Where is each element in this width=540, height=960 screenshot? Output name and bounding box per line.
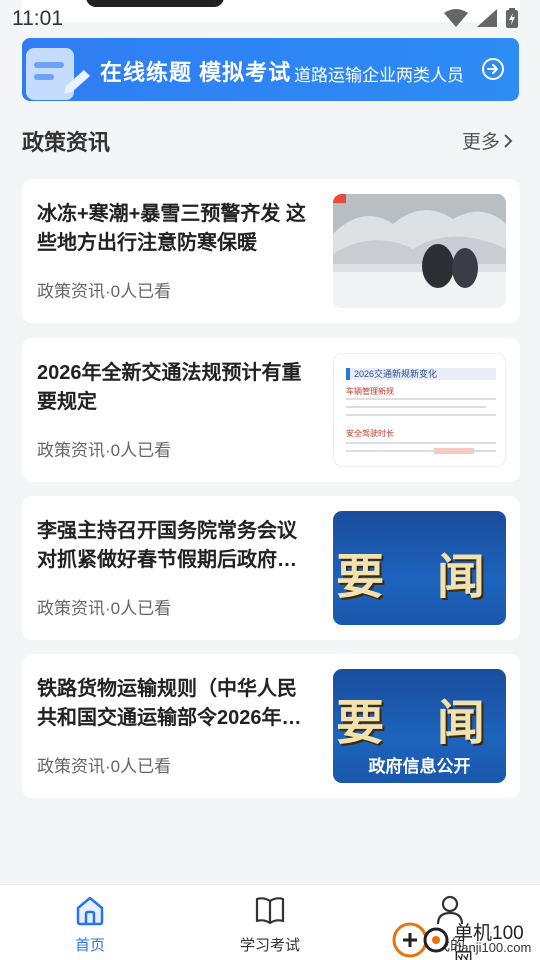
- status-time: 11:01: [12, 7, 63, 30]
- wifi-icon: [444, 9, 468, 27]
- status-bar: 11:01: [0, 0, 540, 34]
- news-thumbnail-headline: 要 闻 政府信息公开: [333, 669, 506, 783]
- signal-icon: [477, 9, 497, 27]
- home-icon: [76, 896, 104, 926]
- doc-line: 车辆管理新规: [346, 387, 394, 396]
- tab-home[interactable]: 首页: [40, 893, 140, 955]
- news-meta: 政策资讯·0人已看: [37, 757, 172, 776]
- banner-subtitle: 道路运输企业两类人员: [294, 66, 464, 85]
- doc-heading: 2026交通新规新变化: [346, 368, 496, 380]
- doc-line: 安全驾驶时长: [346, 429, 394, 438]
- practice-exam-banner[interactable]: 在线练题 模拟考试 道路运输企业两类人员: [22, 38, 519, 101]
- news-card[interactable]: 冰冻+寒潮+暴雪三预警齐发 这些地方出行注意防寒保暖 政策资讯·0人已看: [22, 179, 520, 323]
- arrow-circle-icon[interactable]: [481, 57, 505, 81]
- section-title: 政策资讯: [22, 130, 111, 155]
- news-meta: 政策资讯·0人已看: [37, 599, 172, 618]
- watermark: 单机100网 danji100.com: [392, 918, 540, 960]
- news-meta: 政策资讯·0人已看: [37, 441, 172, 460]
- more-label: 更多: [462, 132, 501, 153]
- battery-icon: [506, 8, 518, 28]
- tab-label: 学习考试: [239, 937, 300, 954]
- news-title: 2026年全新交通法规预计有重要规定: [37, 362, 302, 413]
- news-card[interactable]: 李强主持召开国务院常务会议 对抓紧做好春节假期后政府… 政策资讯·0人已看 要 …: [22, 496, 520, 640]
- book-icon: [255, 897, 285, 925]
- news-thumbnail-document: 2026交通新规新变化 车辆管理新规 安全驾驶时长: [333, 353, 506, 467]
- news-thumbnail-snow: [333, 194, 506, 308]
- tab-label: 首页: [74, 937, 105, 954]
- banner-title: 在线练题 模拟考试: [100, 60, 292, 85]
- news-card[interactable]: 2026年全新交通法规预计有重要规定 政策资讯·0人已看 2026交通新规新变化…: [22, 338, 520, 482]
- news-title: 李强主持召开国务院常务会议 对抓紧做好春节假期后政府…: [37, 520, 297, 571]
- more-link[interactable]: 更多: [462, 127, 514, 154]
- news-meta: 政策资讯·0人已看: [37, 282, 172, 301]
- news-card[interactable]: 铁路货物运输规则（中华人民共和国交通运输部令2026年… 政策资讯·0人已看 要…: [22, 654, 520, 798]
- thumb-headline-text: 要 闻: [336, 695, 503, 751]
- news-thumbnail-headline: 要 闻: [333, 511, 506, 625]
- watermark-logo-icon: [392, 922, 449, 958]
- tab-study-exam[interactable]: 学习考试: [220, 893, 320, 955]
- thumb-subtitle: 政府信息公开: [368, 757, 471, 777]
- watermark-line2: danji100.com: [454, 940, 532, 955]
- chevron-right-icon: [504, 133, 513, 148]
- news-title: 铁路货物运输规则（中华人民共和国交通运输部令2026年…: [37, 678, 302, 729]
- news-title: 冰冻+寒潮+暴雪三预警齐发 这些地方出行注意防寒保暖: [37, 203, 306, 254]
- thumb-headline-text: 要 闻: [336, 549, 503, 605]
- document-icon: [26, 48, 90, 100]
